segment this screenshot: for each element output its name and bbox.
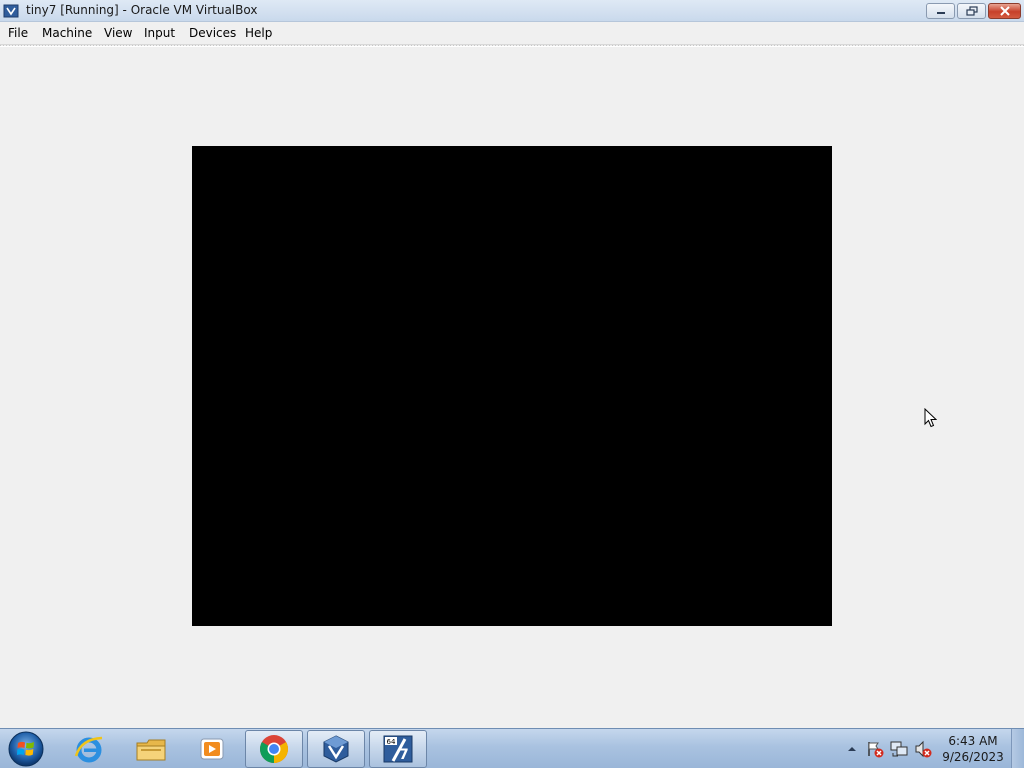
taskbar-virtualbox[interactable] [307, 730, 365, 768]
virtualbox-icon [323, 735, 349, 763]
windows-logo-icon [8, 731, 44, 767]
taskbar-file-explorer[interactable] [122, 730, 180, 768]
svg-text:64: 64 [387, 738, 396, 746]
menu-file[interactable]: File [8, 26, 28, 40]
clock-time: 6:43 AM [948, 734, 998, 748]
minimize-icon [936, 12, 945, 14]
taskbar-clock[interactable]: 6:43 AM 9/26/2023 [940, 733, 1006, 765]
start-button[interactable] [6, 730, 46, 768]
tiny7-vm-icon: 64 7 [383, 735, 413, 763]
show-hidden-icons-button[interactable] [843, 740, 861, 758]
menu-view[interactable]: View [104, 26, 132, 40]
network-tray[interactable] [890, 740, 908, 758]
minimize-button[interactable] [926, 3, 955, 19]
volume-muted-icon [915, 740, 932, 758]
action-center-flag-icon [868, 742, 884, 758]
guest-display[interactable] [192, 146, 832, 626]
file-explorer-icon [136, 739, 166, 761]
menu-bar: File Machine View Input Devices Help [0, 22, 1024, 44]
show-hidden-icons-icon [848, 747, 856, 751]
show-desktop-button[interactable] [1011, 729, 1024, 768]
restore-button[interactable] [957, 3, 986, 19]
taskbar-tiny7-vm[interactable]: 64 7 [369, 730, 427, 768]
taskbar-chrome[interactable] [245, 730, 303, 768]
menu-machine[interactable]: Machine [42, 26, 92, 40]
menu-input[interactable]: Input [144, 26, 175, 40]
taskbar: 64 7 6:43 AM 9/26/2023 [0, 728, 1024, 768]
chrome-icon [260, 735, 288, 763]
media-player-icon [200, 738, 224, 760]
title-bar[interactable]: tiny7 [Running] - Oracle VM VirtualBox [0, 0, 1024, 22]
restore-icon [965, 6, 978, 16]
close-button[interactable] [988, 3, 1021, 19]
clock-date: 9/26/2023 [942, 750, 1004, 764]
menu-separator [0, 44, 1024, 47]
internet-explorer-icon [74, 736, 103, 763]
svg-text:7: 7 [399, 747, 409, 763]
menu-help[interactable]: Help [245, 26, 272, 40]
close-icon [999, 6, 1010, 16]
volume-tray[interactable] [914, 740, 932, 758]
mouse-cursor-icon [924, 408, 937, 428]
taskbar-media-player[interactable] [183, 730, 241, 768]
window-title: tiny7 [Running] - Oracle VM VirtualBox [26, 3, 258, 17]
network-icon [890, 741, 908, 757]
virtualbox-app-icon[interactable] [3, 3, 19, 19]
menu-devices[interactable]: Devices [189, 26, 236, 40]
taskbar-internet-explorer[interactable] [60, 730, 118, 768]
action-center-tray[interactable] [866, 740, 884, 758]
